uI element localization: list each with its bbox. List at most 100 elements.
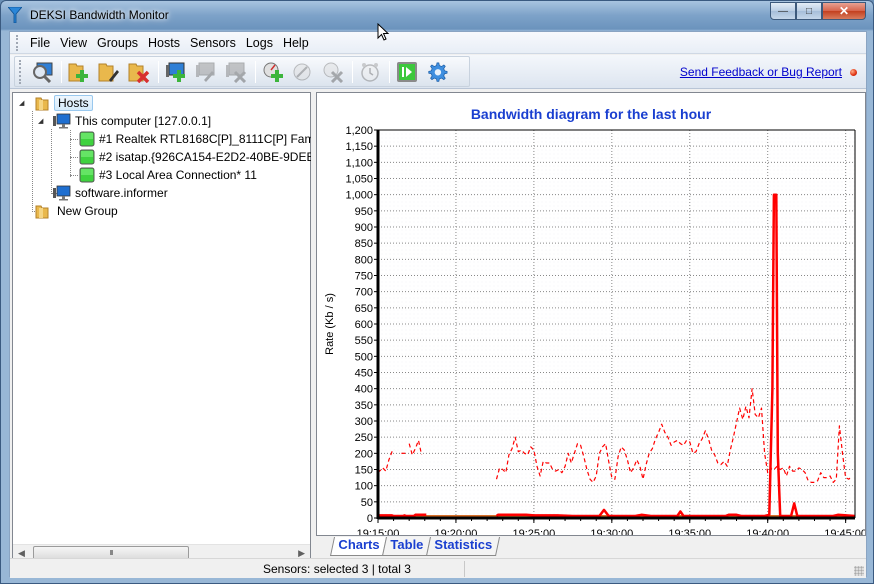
edit-sensor-button[interactable] (289, 59, 317, 85)
y-tick-label: 0 (367, 513, 373, 525)
mouse-cursor-icon (377, 23, 390, 41)
scroll-grip: III (109, 549, 114, 557)
delete-sensor-button[interactable] (319, 59, 347, 85)
tree-item-host[interactable]: software.informer (53, 184, 168, 202)
tree-line (70, 175, 78, 176)
toolbar-strip (14, 56, 470, 87)
folder-icon (35, 97, 49, 111)
menu-groups[interactable]: Groups (92, 36, 143, 50)
tab-table[interactable]: Table (382, 537, 432, 556)
tree-item-group[interactable]: New Group (35, 202, 118, 220)
menu-file[interactable]: File (25, 36, 55, 50)
minimize-icon: — (778, 5, 788, 17)
app-window: DEKSI Bandwidth Monitor — □ ✕ File View … (0, 0, 874, 584)
y-tick-label: 50 (361, 497, 373, 509)
title-bar[interactable]: DEKSI Bandwidth Monitor — □ ✕ (1, 1, 873, 31)
discover-button[interactable] (28, 59, 56, 85)
sensor-active-icon (79, 167, 95, 183)
folder-icon (35, 205, 49, 219)
tab-charts[interactable]: Charts (329, 537, 388, 556)
y-tick-label: 950 (355, 206, 373, 218)
settings-icon (428, 61, 448, 82)
menu-logs[interactable]: Logs (241, 36, 278, 50)
status-indicator-icon (850, 69, 857, 76)
tree-line (32, 111, 33, 212)
settings-button[interactable] (423, 59, 451, 85)
toolbar-separator (255, 60, 256, 83)
tree-item-hosts[interactable]: Hosts (35, 94, 93, 112)
bandwidth-chart: 0 50 100 150 200 250 300 350 400 450 500 550 600 650 7… (324, 125, 865, 535)
x-tick-label: 19:25:00 (512, 528, 555, 535)
delete-host-button[interactable] (222, 59, 250, 85)
computer-icon (53, 185, 71, 201)
y-tick-label: 450 (355, 368, 373, 380)
tree-item-sensor[interactable]: #1 Realtek RTL8168C[P]_8111C[P] Family (79, 130, 326, 148)
maximize-icon: □ (805, 5, 813, 17)
tree-line (70, 130, 71, 177)
y-tick-label: 800 (355, 254, 373, 266)
tree-label: This computer [127.0.0.1] (75, 114, 212, 128)
edit-group-button[interactable] (95, 59, 123, 85)
add-sensor-icon (263, 62, 283, 82)
close-icon: ✕ (838, 4, 850, 18)
edit-sensor-icon (293, 63, 311, 80)
maximize-button[interactable]: □ (796, 2, 822, 20)
add-group-icon (68, 63, 88, 82)
view-tabs: Charts Table Statistics (329, 537, 501, 557)
add-group-button[interactable] (65, 59, 93, 85)
collapse-host-toggle[interactable]: ◢ (38, 117, 43, 125)
delete-group-button[interactable] (125, 59, 153, 85)
delete-group-icon (128, 63, 150, 83)
edit-group-icon (98, 63, 119, 82)
close-button[interactable]: ✕ (822, 2, 866, 20)
tree-item-host[interactable]: This computer [127.0.0.1] (53, 112, 211, 130)
menu-help[interactable]: Help (278, 36, 314, 50)
resize-grip[interactable] (854, 566, 864, 576)
computer-icon (53, 113, 71, 129)
menubar-grip[interactable] (16, 34, 19, 51)
toolbar-grip[interactable] (19, 59, 22, 84)
y-tick-label: 350 (355, 400, 373, 412)
solid-series-line (377, 513, 427, 518)
y-tick-label: 1,050 (345, 174, 373, 186)
x-tick-label: 19:20:00 (435, 528, 478, 535)
y-tick-label: 650 (355, 303, 373, 315)
add-sensor-button[interactable] (259, 59, 287, 85)
y-tick-label: 550 (355, 335, 373, 347)
x-tick-label: 19:35:00 (668, 528, 711, 535)
menu-sensors[interactable]: Sensors (185, 36, 241, 50)
send-feedback-link[interactable]: Send Feedback or Bug Report (680, 65, 842, 79)
host-tree[interactable]: ◢ Hosts ◢ This computer [127.0.0.1] #1 R… (12, 92, 333, 562)
tree-item-sensor[interactable]: #2 isatap.{926CA154-E2D2-40BE-9DEE-1B (79, 148, 333, 166)
tree-line (70, 157, 78, 158)
toolbar-separator (61, 60, 62, 83)
y-tick-label: 300 (355, 416, 373, 428)
start-monitoring-icon (397, 61, 417, 82)
tree-item-sensor[interactable]: #3 Local Area Connection* 11 (79, 166, 257, 184)
collapse-hosts-toggle[interactable]: ◢ (19, 99, 24, 107)
add-host-icon (166, 62, 185, 82)
menu-view[interactable]: View (55, 36, 92, 50)
toolbar-separator (352, 60, 353, 83)
client-area: File View Groups Hosts Sensors Logs Help (9, 31, 867, 578)
x-tick-label: 19:45:00 (824, 528, 865, 535)
y-tick-label: 100 (355, 481, 373, 493)
tab-statistics[interactable]: Statistics (426, 537, 501, 556)
sensor-active-icon (79, 149, 95, 165)
y-tick-label: 500 (355, 351, 373, 363)
toolbar: Send Feedback or Bug Report (10, 55, 866, 89)
y-tick-label: 850 (355, 238, 373, 250)
discover-icon (33, 62, 53, 83)
y-tick-label: 400 (355, 384, 373, 396)
y-tick-label: 900 (355, 222, 373, 234)
menu-hosts[interactable]: Hosts (143, 36, 185, 50)
window-title: DEKSI Bandwidth Monitor (30, 8, 169, 22)
schedule-button[interactable] (356, 59, 384, 85)
minimize-button[interactable]: — (770, 2, 796, 20)
sensor-active-icon (79, 131, 95, 147)
edit-host-button[interactable] (192, 59, 220, 85)
start-monitoring-button[interactable] (393, 59, 421, 85)
delete-host-icon (226, 62, 247, 83)
add-host-button[interactable] (162, 59, 190, 85)
y-tick-label: 750 (355, 271, 373, 283)
